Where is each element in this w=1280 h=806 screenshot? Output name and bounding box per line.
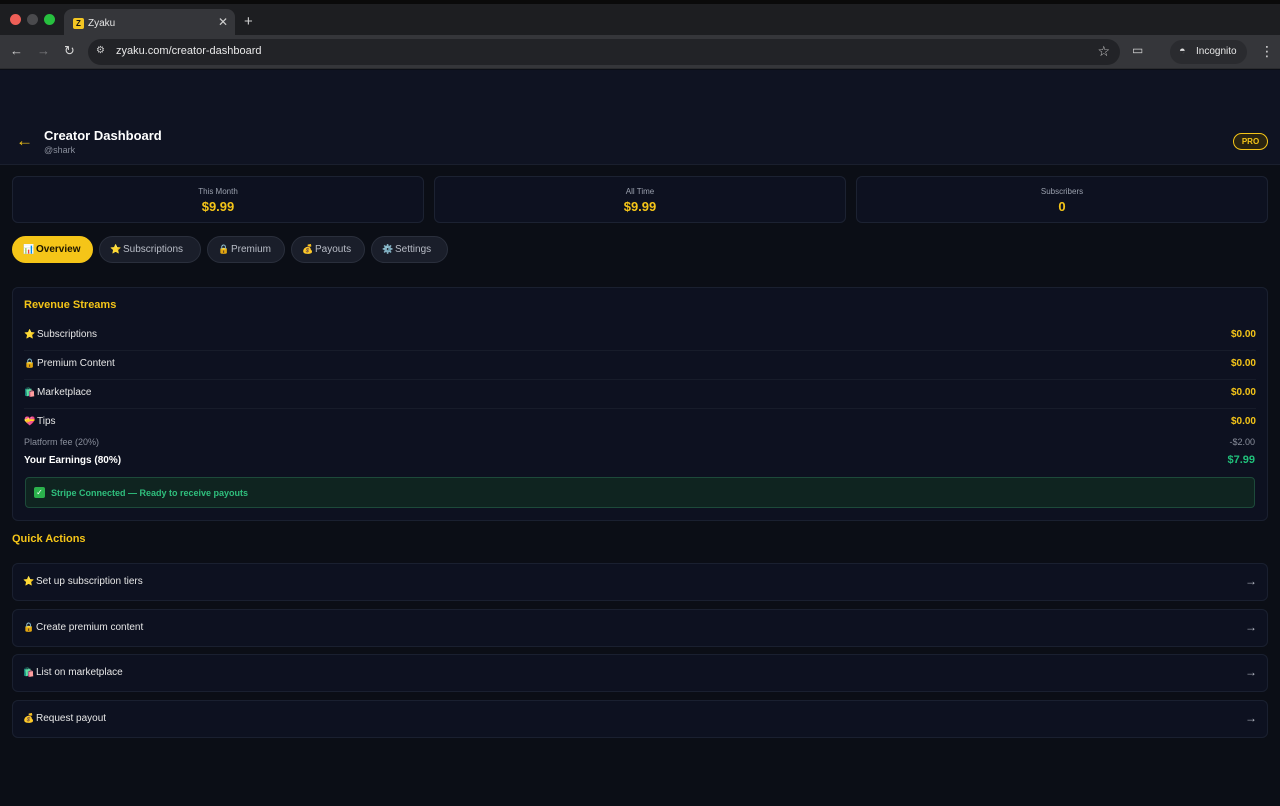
incognito-icon: ◓ — [1179, 45, 1186, 57]
arrow-right-icon: → — [1245, 711, 1257, 725]
site-settings-icon[interactable]: ⚙ — [96, 45, 110, 59]
quick-action-subscription-tiers[interactable]: ⭐ Set up subscription tiers → — [12, 563, 1268, 601]
revenue-label: Premium Content — [37, 358, 115, 369]
star-icon: ⭐ — [24, 329, 36, 339]
favicon-icon: Z — [73, 18, 84, 29]
username: @shark — [44, 145, 76, 155]
lock-icon: 🔒 — [24, 358, 36, 368]
tab-premium[interactable]: 🔒 Premium — [207, 236, 285, 263]
revenue-streams-title: Revenue Streams — [24, 299, 117, 311]
browser-toolbar: ← → ↻ ⚙ zyaku.com/creator-dashboard ☆ — [0, 35, 1280, 69]
gear-icon: ⚙️ — [382, 244, 394, 254]
quick-actions-title: Quick Actions — [12, 533, 86, 545]
tab-label: Settings — [395, 244, 432, 255]
quick-action-label: Request payout — [36, 713, 107, 724]
tab-title: Zyaku — [88, 18, 116, 29]
back-arrow-icon[interactable]: ← — [16, 131, 33, 151]
shopping-bag-icon: 🛍️ — [23, 667, 35, 677]
tab-settings[interactable]: ⚙️ Settings — [371, 236, 448, 263]
earnings-label: Your Earnings (80%) — [24, 455, 122, 466]
platform-fee-label: Platform fee (20%) — [24, 437, 100, 447]
shopping-bag-icon: 🛍️ — [24, 387, 36, 397]
address-bar[interactable]: ⚙ zyaku.com/creator-dashboard ☆ — [88, 39, 1120, 65]
revenue-label: Tips — [37, 416, 56, 427]
revenue-value: $0.00 — [1230, 387, 1256, 398]
quick-action-marketplace[interactable]: 🛍️ List on marketplace → — [12, 654, 1268, 692]
stat-value: 0 — [1058, 199, 1066, 214]
revenue-row: ⭐ Subscriptions $0.00 — [24, 322, 1256, 351]
stripe-status-text: Stripe Connected — Ready to receive payo… — [51, 488, 249, 498]
quick-action-label: Create premium content — [36, 622, 144, 633]
stat-label: This Month — [198, 187, 238, 196]
new-tab-icon[interactable]: + — [244, 14, 253, 29]
tab-label: Payouts — [315, 244, 352, 255]
browser-tab-strip: Z Zyaku ✕ + — [0, 0, 1280, 39]
url-text[interactable]: zyaku.com/creator-dashboard — [116, 45, 262, 57]
page-title: Creator Dashboard — [44, 128, 162, 143]
close-tab-icon[interactable]: ✕ — [218, 16, 228, 28]
pro-badge: PRO — [1233, 133, 1268, 150]
browser-menu-icon[interactable]: ⋮ — [1260, 44, 1274, 58]
stat-label: All Time — [625, 187, 655, 196]
lock-icon: 🔒 — [23, 622, 35, 632]
bookmark-star-icon[interactable]: ☆ — [1097, 43, 1110, 60]
revenue-row: 🔒 Premium Content $0.00 — [24, 351, 1256, 380]
checkmark-icon: ✓ — [34, 487, 45, 498]
back-nav-icon[interactable]: ← — [10, 44, 23, 58]
money-bag-icon: 💰 — [302, 244, 314, 254]
tab-subscriptions[interactable]: ⭐ Subscriptions — [99, 236, 201, 263]
arrow-right-icon: → — [1245, 665, 1257, 679]
stat-value: $9.99 — [623, 199, 657, 214]
forward-nav-icon[interactable]: → — [37, 44, 50, 58]
reload-icon[interactable]: ↻ — [64, 44, 75, 58]
arrow-right-icon: → — [1245, 620, 1257, 634]
money-bag-icon: 💰 — [23, 713, 35, 723]
tab-payouts[interactable]: 💰 Payouts — [291, 236, 365, 263]
quick-action-request-payout[interactable]: 💰 Request payout → — [12, 700, 1268, 738]
star-icon: ⭐ — [110, 244, 122, 254]
reading-mode-icon[interactable]: ▭ — [1132, 43, 1143, 57]
dashboard-header — [0, 70, 1280, 165]
stat-value: $9.99 — [201, 199, 235, 214]
star-icon: ⭐ — [23, 576, 35, 586]
close-window-button[interactable] — [10, 14, 21, 25]
minimize-window-button[interactable] — [27, 14, 38, 25]
chart-icon: 📊 — [23, 244, 35, 254]
tab-label: Overview — [36, 244, 81, 255]
tab-overview[interactable]: 📊 Overview — [12, 236, 93, 263]
arrow-right-icon: → — [1245, 574, 1257, 588]
revenue-row: 🛍️ Marketplace $0.00 — [24, 380, 1256, 409]
revenue-value: $0.00 — [1230, 416, 1256, 427]
revenue-value: $0.00 — [1230, 358, 1256, 369]
earnings-value: $7.99 — [1227, 454, 1255, 466]
maximize-window-button[interactable] — [44, 14, 55, 25]
gift-heart-icon: 💝 — [24, 416, 36, 426]
incognito-indicator[interactable]: ◓ Incognito — [1170, 40, 1247, 64]
stat-card-subscribers: Subscribers 0 — [856, 176, 1268, 223]
quick-action-label: List on marketplace — [36, 667, 123, 678]
tab-label: Premium — [231, 244, 272, 255]
quick-action-premium-content[interactable]: 🔒 Create premium content → — [12, 609, 1268, 647]
quick-action-label: Set up subscription tiers — [36, 576, 143, 587]
stat-card-all-time: All Time $9.99 — [434, 176, 846, 223]
revenue-value: $0.00 — [1230, 329, 1256, 340]
incognito-label: Incognito — [1196, 46, 1237, 57]
stripe-status-banner: ✓ Stripe Connected — Ready to receive pa… — [25, 477, 1255, 508]
revenue-row: 💝 Tips $0.00 — [24, 409, 1256, 438]
revenue-label: Marketplace — [37, 387, 92, 398]
lock-icon: 🔒 — [218, 244, 230, 254]
stat-label: Subscribers — [1040, 187, 1084, 196]
stat-card-this-month: This Month $9.99 — [12, 176, 424, 223]
tab-label: Subscriptions — [123, 244, 184, 255]
platform-fee-value: -$2.00 — [1229, 437, 1255, 447]
revenue-label: Subscriptions — [37, 329, 98, 340]
